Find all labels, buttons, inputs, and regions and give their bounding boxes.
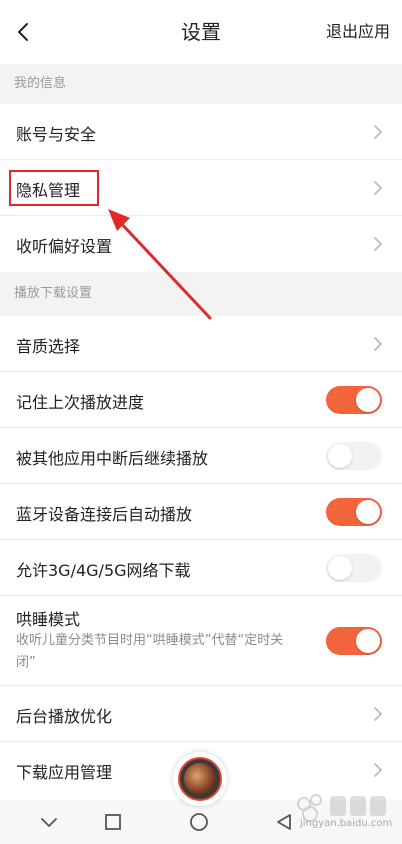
- row-audio-quality[interactable]: 音质选择: [0, 316, 402, 372]
- row-resume-after-interrupt: 被其他应用中断后继续播放: [0, 428, 402, 484]
- row-bluetooth-autoplay: 蓝牙设备连接后自动播放: [0, 484, 402, 540]
- row-label: 哄睡模式: [16, 610, 81, 629]
- section-header-playback-download: 播放下载设置: [0, 272, 402, 316]
- section-header-my-info: 我的信息: [0, 64, 402, 104]
- row-label: 蓝牙设备连接后自动播放: [16, 505, 193, 524]
- album-cover-icon: [178, 757, 222, 801]
- chevron-right-icon: [374, 181, 382, 195]
- toggle-knob: [328, 444, 352, 468]
- chevron-down-icon[interactable]: [35, 808, 63, 836]
- exit-app-button[interactable]: 退出应用: [326, 0, 390, 64]
- row-background-optimization[interactable]: 后台播放优化: [0, 686, 402, 742]
- row-label: 下载应用管理: [16, 763, 113, 782]
- settings-page: 设置 退出应用 我的信息 账号与安全 隐私管理 收听偏好设置 播放下载设置 音质…: [0, 0, 402, 844]
- top-bar: 设置 退出应用: [0, 0, 402, 64]
- baidu-watermark-logo: [297, 794, 386, 822]
- toggle-knob: [356, 629, 380, 653]
- chevron-right-icon: [374, 707, 382, 721]
- toggle-remember-progress[interactable]: [326, 386, 382, 414]
- chevron-right-icon: [374, 763, 382, 777]
- toggle-resume-after-interrupt[interactable]: [326, 442, 382, 470]
- row-label: 记住上次播放进度: [16, 393, 145, 412]
- chevron-right-icon: [374, 237, 382, 251]
- annotation-highlight-box: [9, 170, 99, 206]
- home-icon[interactable]: [185, 808, 213, 836]
- chevron-right-icon: [374, 337, 382, 351]
- row-remember-progress: 记住上次播放进度: [0, 372, 402, 428]
- watermark-text: jingyan.baidu.com: [300, 818, 393, 829]
- row-allow-mobile-download: 允许3G/4G/5G网络下载: [0, 540, 402, 596]
- row-label: 收听偏好设置: [16, 237, 113, 256]
- album-art: [184, 763, 216, 795]
- toggle-knob: [328, 556, 352, 580]
- toggle-knob: [356, 500, 380, 524]
- row-label: 允许3G/4G/5G网络下载: [16, 561, 191, 580]
- row-label: 账号与安全: [16, 125, 97, 144]
- row-label: 音质选择: [16, 337, 81, 356]
- recent-apps-icon[interactable]: [99, 808, 127, 836]
- row-listening-prefs[interactable]: 收听偏好设置: [0, 216, 402, 272]
- row-label: 后台播放优化: [16, 707, 113, 726]
- toggle-bluetooth-autoplay[interactable]: [326, 498, 382, 526]
- row-sleep-mode: 哄睡模式 收听儿童分类节目时用“哄睡模式”代替“定时关闭”: [0, 596, 402, 686]
- toggle-allow-mobile-download[interactable]: [326, 554, 382, 582]
- toggle-knob: [356, 388, 380, 412]
- row-account-security[interactable]: 账号与安全: [0, 104, 402, 160]
- row-label: 被其他应用中断后继续播放: [16, 449, 209, 468]
- chevron-right-icon: [374, 125, 382, 139]
- row-description: 收听儿童分类节目时用“哄睡模式”代替“定时关闭”: [16, 633, 284, 670]
- mini-player-button[interactable]: [173, 752, 227, 806]
- toggle-sleep-mode[interactable]: [326, 627, 382, 655]
